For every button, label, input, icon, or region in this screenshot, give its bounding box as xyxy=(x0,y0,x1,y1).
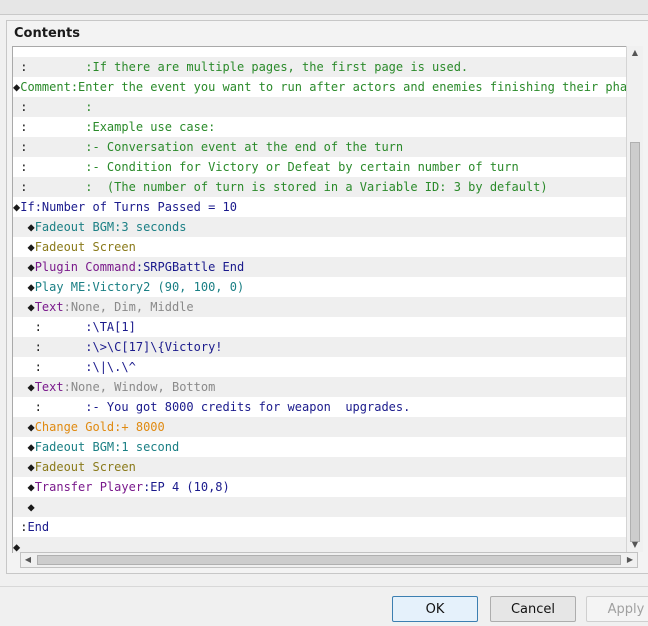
row-segment: :If there are multiple pages, the first … xyxy=(85,60,469,74)
list-row[interactable]: : :- Condition for Victory or Defeat by … xyxy=(13,157,639,177)
row-segment: :\TA[1] xyxy=(85,320,136,334)
row-segment: :None, Window, Bottom xyxy=(63,380,216,394)
horizontal-scroll-thumb[interactable] xyxy=(37,555,621,565)
scroll-left-icon[interactable]: ◀ xyxy=(21,553,35,567)
row-segment: ◆ xyxy=(13,420,35,434)
list-row[interactable]: ◆Fadeout BGM:1 second xyxy=(13,437,639,457)
row-segment: :SRPGBattle End xyxy=(135,260,245,274)
row-segment: ◆ xyxy=(13,260,35,274)
row-segment: End xyxy=(27,520,50,534)
list-row[interactable]: ◆ xyxy=(13,537,639,553)
row-segment: Text xyxy=(34,300,64,314)
list-row[interactable]: : :- You got 8000 credits for weapon upg… xyxy=(13,397,639,417)
row-segment: :- You got 8000 credits for weapon upgra… xyxy=(85,400,411,414)
row-segment: :EP 4 (10,8) xyxy=(143,480,230,494)
row-segment: ◆ xyxy=(13,300,35,314)
row-segment: ◆ xyxy=(13,280,35,294)
row-segment: :- Conversation event at the end of the … xyxy=(85,140,404,154)
row-segment: Fadeout BGM xyxy=(34,220,115,234)
row-segment: : xyxy=(13,140,86,154)
list-row[interactable]: ◆Fadeout Screen xyxy=(13,457,639,477)
row-segment: ◆ xyxy=(13,460,35,474)
list-row[interactable]: : : (The number of turn is stored in a V… xyxy=(13,177,639,197)
list-row[interactable]: : :\>\C[17]\{Victory! xyxy=(13,337,639,357)
row-segment: : xyxy=(13,100,86,114)
row-segment: :+ 8000 xyxy=(114,420,165,434)
vertical-scroll-thumb[interactable] xyxy=(630,142,640,542)
scroll-right-icon[interactable]: ▶ xyxy=(623,553,637,567)
row-segment: Fadeout BGM xyxy=(34,440,115,454)
vertical-scrollbar[interactable]: ▲ ▼ xyxy=(626,46,643,552)
row-segment: Transfer Player xyxy=(34,480,144,494)
list-row[interactable]: ◆Play ME:Victory2 (90, 100, 0) xyxy=(13,277,639,297)
list-row[interactable]: : :If there are multiple pages, the firs… xyxy=(13,57,639,77)
scroll-down-icon[interactable]: ▼ xyxy=(627,538,643,552)
panel-title: Contents xyxy=(14,26,80,41)
row-segment: Comment xyxy=(20,80,71,94)
list-row[interactable]: ◆If:Number of Turns Passed = 10 xyxy=(13,197,639,217)
row-segment: :\>\C[17]\{Victory! xyxy=(85,340,223,354)
row-segment: Play ME xyxy=(34,280,86,294)
row-segment: Plugin Command xyxy=(34,260,136,274)
row-segment: ◆ xyxy=(13,440,35,454)
row-segment: : xyxy=(13,520,28,534)
row-segment: If xyxy=(20,200,35,214)
row-segment: Change Gold xyxy=(34,420,115,434)
row-segment: ◆ xyxy=(13,220,35,234)
partial-row xyxy=(13,47,639,57)
list-row[interactable]: : :- Conversation event at the end of th… xyxy=(13,137,639,157)
footer-divider xyxy=(0,586,648,587)
row-segment: Text xyxy=(34,380,64,394)
row-segment: : xyxy=(13,340,86,354)
list-row[interactable]: ◆Fadeout BGM:3 seconds xyxy=(13,217,639,237)
row-segment: : xyxy=(13,160,86,174)
row-segment: : xyxy=(13,180,86,194)
row-segment: ◆ xyxy=(13,500,35,514)
list-row[interactable]: : :Example use case: xyxy=(13,117,639,137)
list-row[interactable]: ◆ xyxy=(13,497,639,517)
row-segment: : xyxy=(13,60,86,74)
apply-button[interactable]: Apply xyxy=(586,596,648,622)
row-segment: :Example use case: xyxy=(85,120,216,134)
row-segment: Fadeout Screen xyxy=(34,240,136,254)
horizontal-scrollbar[interactable]: ◀ ▶ xyxy=(20,552,638,568)
list-row[interactable]: ◆Text:None, Window, Bottom xyxy=(13,377,639,397)
row-segment: : xyxy=(13,320,86,334)
row-segment: : xyxy=(13,360,86,374)
row-segment: :None, Dim, Middle xyxy=(63,300,194,314)
list-row[interactable]: ◆Comment:Enter the event you want to run… xyxy=(13,77,639,97)
row-segment: :Enter the event you want to run after a… xyxy=(70,80,639,94)
ok-button[interactable]: OK xyxy=(392,596,478,622)
row-segment: : (The number of turn is stored in a Var… xyxy=(85,180,548,194)
row-segment: : xyxy=(13,400,86,414)
list-row[interactable]: : :\TA[1] xyxy=(13,317,639,337)
window-top-edge xyxy=(0,0,648,15)
list-row[interactable]: :End xyxy=(13,517,639,537)
row-segment: ◆ xyxy=(13,240,35,254)
list-row[interactable]: : : xyxy=(13,97,639,117)
list-row[interactable]: ◆Change Gold:+ 8000 xyxy=(13,417,639,437)
row-segment: ◆ xyxy=(13,380,35,394)
list-row[interactable]: : :\|\.\^ xyxy=(13,357,639,377)
row-segment: : xyxy=(85,100,93,114)
row-segment: :Number of Turns Passed = 10 xyxy=(34,200,237,214)
row-segment: : xyxy=(13,120,86,134)
cancel-button[interactable]: Cancel xyxy=(490,596,576,622)
event-command-list[interactable]: : :If there are multiple pages, the firs… xyxy=(12,46,639,553)
row-segment: :Victory2 (90, 100, 0) xyxy=(85,280,245,294)
row-segment: :1 second xyxy=(114,440,180,454)
scroll-up-icon[interactable]: ▲ xyxy=(627,46,643,60)
list-row[interactable]: ◆Fadeout Screen xyxy=(13,237,639,257)
row-segment: ◆ xyxy=(13,480,35,494)
row-segment: :3 seconds xyxy=(114,220,187,234)
row-segment: :- Condition for Victory or Defeat by ce… xyxy=(85,160,519,174)
row-segment: Fadeout Screen xyxy=(34,460,136,474)
list-row[interactable]: ◆Transfer Player:EP 4 (10,8) xyxy=(13,477,639,497)
list-row[interactable]: ◆Text:None, Dim, Middle xyxy=(13,297,639,317)
row-segment: :\|\.\^ xyxy=(85,360,136,374)
list-row[interactable]: ◆Plugin Command:SRPGBattle End xyxy=(13,257,639,277)
